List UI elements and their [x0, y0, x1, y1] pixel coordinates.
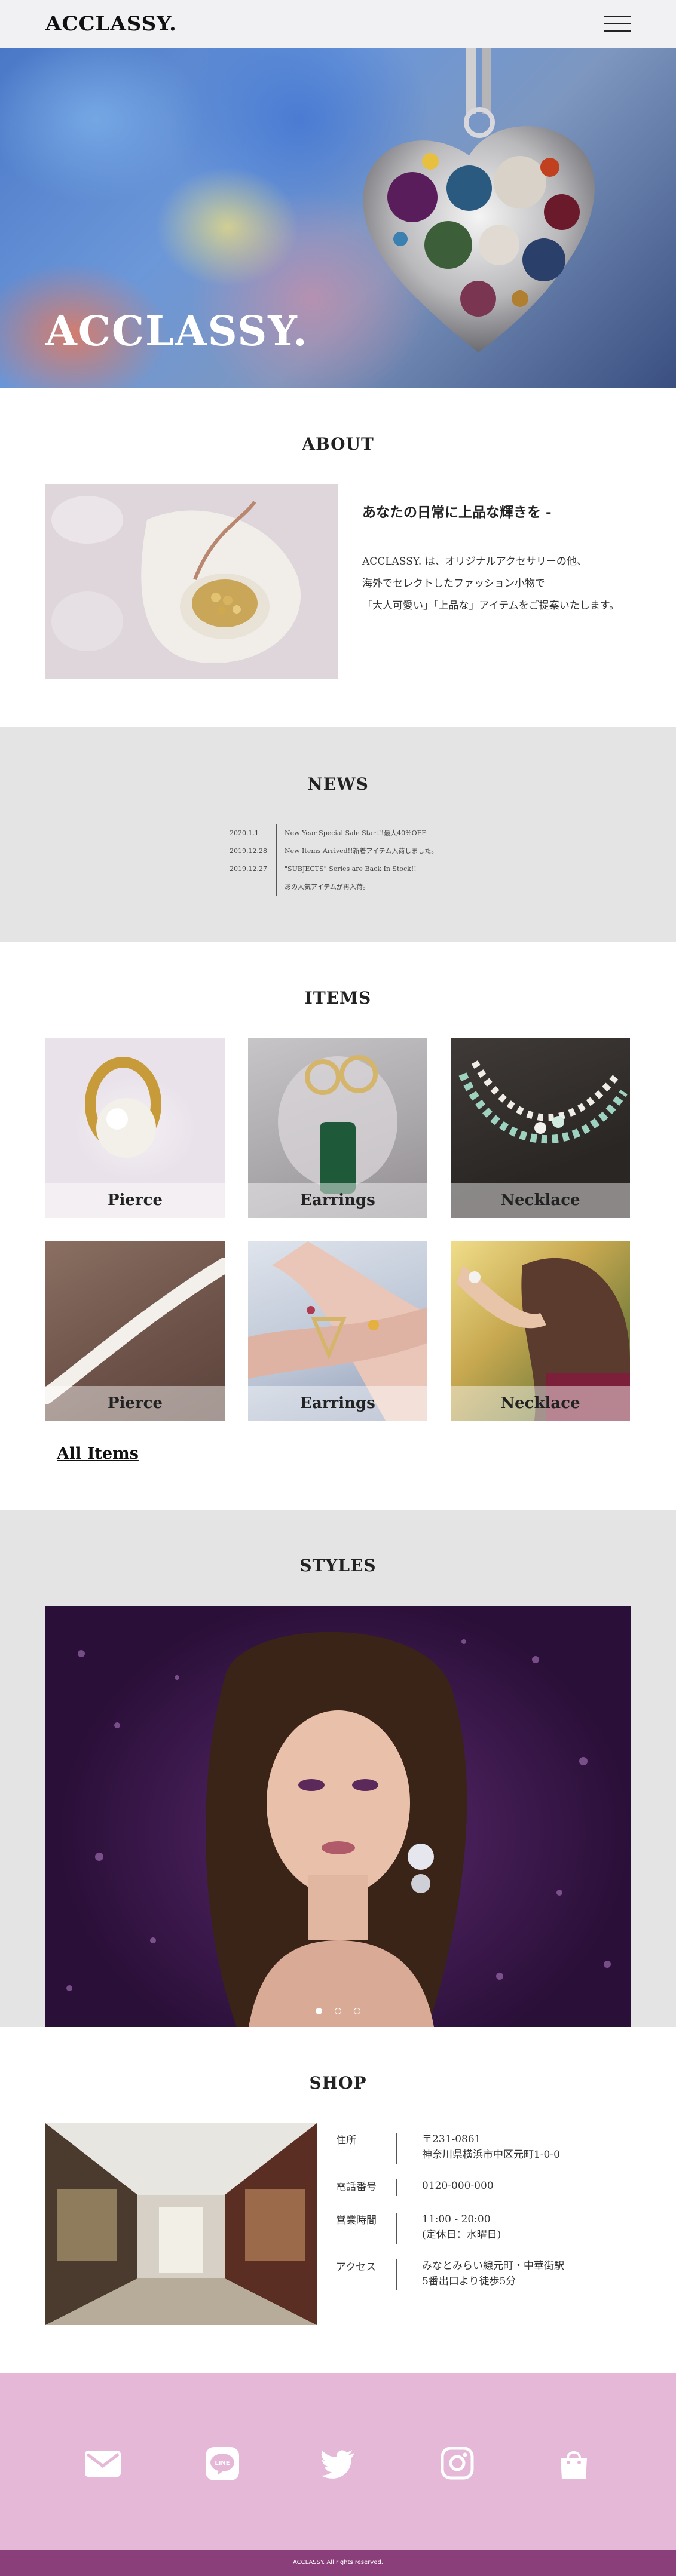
news-text: New Items Arrived!!新着アイテム入荷しました。 [285, 847, 438, 855]
styles-title: STYLES [299, 1556, 377, 1575]
shop-label: 電話番号 [336, 2181, 377, 2193]
shop-value: 11:00 - 20:00 (定休日：水曜日) [422, 2213, 501, 2241]
carousel-dot[interactable] [335, 2008, 341, 2014]
item-label: Earrings [248, 1386, 427, 1421]
item-card-earrings[interactable]: Earrings [248, 1038, 427, 1218]
news-text: New Year Special Sale Start!!最大40%OFF [285, 829, 426, 837]
shop-label: 営業時間 [336, 2215, 377, 2227]
shop-value[interactable]: 0120-000-000 [422, 2178, 494, 2194]
news-date: 2019.12.27 [230, 865, 267, 873]
news-date: 2019.12.28 [230, 847, 267, 855]
news-list: 2020.1.1 New Year Special Sale Start!!最大… [230, 824, 528, 896]
carousel-dot[interactable] [315, 2008, 322, 2014]
shop-row-address: 住所 〒231-0861 神奈川県横浜市中区元町1-0-0 [336, 2132, 623, 2178]
gold-beads-bowl-image [45, 484, 338, 679]
about-body-text: ACCLASSY. は、オリジナルアクセサリーの他、 海外でセレクトしたファッシ… [362, 556, 620, 612]
news-divider [276, 878, 277, 896]
menu-bar [604, 23, 631, 24]
item-label: Necklace [451, 1386, 630, 1421]
shop-title: SHOP [309, 2073, 367, 2093]
shop-divider [396, 2179, 397, 2196]
shop-row-hours: 営業時間 11:00 - 20:00 (定休日：水曜日) [336, 2212, 623, 2258]
item-label: Pierce [45, 1183, 225, 1218]
item-label: Pierce [45, 1386, 225, 1421]
item-label: Earrings [248, 1183, 427, 1218]
styles-carousel[interactable] [45, 1606, 631, 2027]
news-text: "SUBJECTS" Series are Back In Stock!! [285, 865, 417, 873]
menu-bar [604, 30, 631, 32]
shop-divider [396, 2259, 397, 2290]
shop-label: 住所 [336, 2135, 356, 2146]
news-divider [276, 860, 277, 878]
news-text: あの人気アイテムが再入荷。 [285, 883, 369, 891]
copyright-text: ACCLASSY. All rights reserved. [0, 2550, 676, 2576]
shop-image [45, 2123, 317, 2325]
line-icon[interactable]: LINE [204, 2447, 240, 2480]
all-items-link[interactable]: All Items [57, 1445, 139, 1463]
model-portrait-image [66, 1632, 611, 2027]
item-card-pierce[interactable]: Pierce [45, 1038, 225, 1218]
shop-value: 〒231-0861 神奈川県横浜市中区元町1-0-0 [422, 2133, 560, 2161]
news-item[interactable]: 2019.12.28 New Items Arrived!!新着アイテム入荷しま… [230, 842, 528, 860]
news-item[interactable]: あの人気アイテムが再入荷。 [230, 878, 528, 896]
about-title: ABOUT [302, 434, 374, 454]
shop-divider [396, 2133, 397, 2164]
items-title: ITEMS [304, 988, 372, 1008]
svg-text:LINE: LINE [215, 2460, 230, 2467]
item-card-pierce[interactable]: Pierce [45, 1241, 225, 1421]
hero-banner: ACCLASSY. [0, 48, 676, 388]
heart-pendant-image [363, 48, 595, 352]
carousel-dot[interactable] [354, 2008, 361, 2014]
about-heading: あなたの日常に上品な輝きを - [362, 504, 552, 520]
news-title: NEWS [307, 774, 369, 794]
news-item[interactable]: 2019.12.27 "SUBJECTS" Series are Back In… [230, 860, 528, 878]
shop-row-access: アクセス みなとみらい線元町・中華街駅 5番出口より徒歩5分 [336, 2258, 623, 2305]
shop-label: アクセス [336, 2261, 377, 2273]
hero-title: ACCLASSY. [45, 308, 308, 355]
shop-divider [396, 2213, 397, 2244]
instagram-icon[interactable] [439, 2447, 475, 2480]
shopping-bag-icon[interactable] [556, 2447, 592, 2480]
item-label: Necklace [451, 1183, 630, 1218]
site-logo[interactable]: ACCLASSY. [45, 12, 177, 36]
shop-row-phone: 電話番号 0120-000-000 [336, 2178, 623, 2212]
menu-icon[interactable] [604, 14, 631, 33]
mail-icon[interactable] [85, 2447, 121, 2480]
carousel-dots [0, 2005, 676, 2017]
site-footer: LINE [0, 2373, 676, 2550]
twitter-icon[interactable] [320, 2447, 356, 2480]
news-divider [276, 842, 277, 860]
item-card-necklace[interactable]: Necklace [451, 1038, 630, 1218]
news-divider [276, 824, 277, 842]
about-image [45, 484, 338, 679]
news-item[interactable]: 2020.1.1 New Year Special Sale Start!!最大… [230, 824, 528, 842]
shop-value: みなとみらい線元町・中華街駅 5番出口より徒歩5分 [422, 2260, 564, 2287]
item-card-necklace[interactable]: Necklace [451, 1241, 630, 1421]
news-date: 2020.1.1 [230, 829, 259, 837]
site-header: ACCLASSY. [0, 0, 676, 48]
shop-info: 住所 〒231-0861 神奈川県横浜市中区元町1-0-0 電話番号 0120-… [336, 2132, 623, 2305]
arcade-image [45, 2123, 317, 2325]
item-card-earrings[interactable]: Earrings [248, 1241, 427, 1421]
menu-bar [604, 16, 631, 17]
